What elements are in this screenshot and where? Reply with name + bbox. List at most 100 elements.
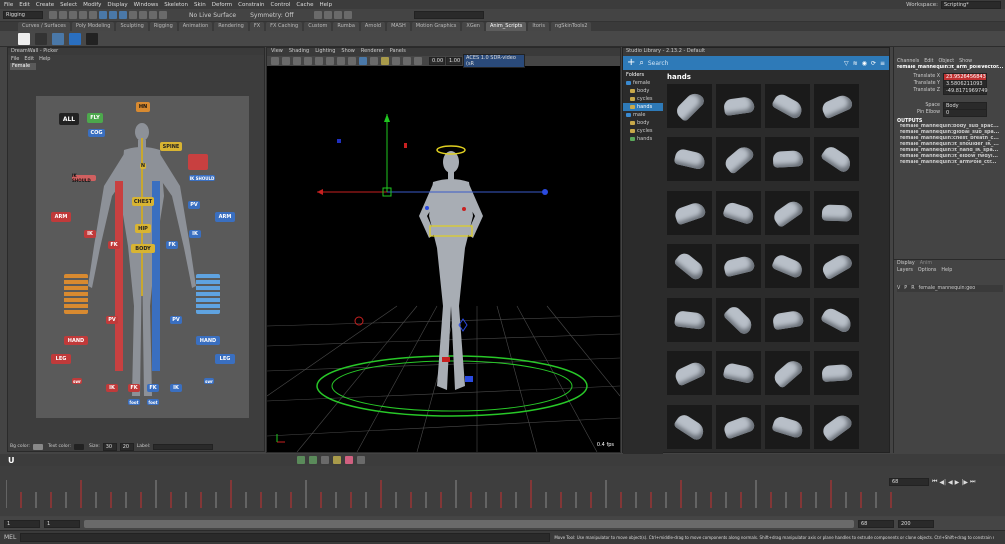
scene-start-field[interactable]: 1: [4, 519, 40, 528]
pose-thumbnail[interactable]: [716, 137, 761, 182]
shelf-tab[interactable]: Sculpting: [116, 22, 148, 31]
all-button[interactable]: ALL: [59, 113, 79, 125]
pose-thumbnail[interactable]: [814, 351, 859, 396]
scene-view[interactable]: [267, 66, 620, 452]
menu-constrain[interactable]: Constrain: [238, 2, 264, 8]
redo-icon[interactable]: [89, 11, 97, 19]
channel-row[interactable]: Pin Elbow 0: [894, 108, 987, 117]
time-slider[interactable]: 68 ⏮ ◀| ◀ ▶ |▶ ⏭: [0, 466, 1005, 516]
camera-icon[interactable]: [271, 57, 279, 65]
scene-end-field[interactable]: 200: [898, 519, 934, 528]
leg-left-button[interactable]: LEG: [51, 354, 71, 364]
layer-reference-toggle[interactable]: R: [911, 286, 914, 291]
snap-point-icon[interactable]: [149, 11, 157, 19]
x-axis-arrow-icon[interactable]: [317, 189, 323, 195]
go-end-icon[interactable]: ⏭: [970, 478, 975, 486]
sort-icon[interactable]: ≋: [853, 60, 858, 67]
cb-menu-edit[interactable]: Edit: [924, 59, 933, 64]
layer-row[interactable]: V P R female_mannequin:geo: [897, 285, 1003, 292]
shelf-tab[interactable]: Motion Graphics: [411, 22, 461, 31]
search-input[interactable]: Search: [648, 60, 808, 67]
pose-thumbnail[interactable]: [814, 84, 859, 128]
resolution-gate-icon[interactable]: [337, 57, 345, 65]
vp-menu-panels[interactable]: Panels: [390, 48, 406, 56]
pose-thumbnail[interactable]: [765, 297, 810, 342]
fk-arm-right-button[interactable]: FK: [166, 241, 178, 249]
menu-edit[interactable]: Edit: [19, 2, 30, 8]
hand-left-button[interactable]: HAND: [64, 336, 88, 345]
filter-icon[interactable]: ▽: [844, 60, 849, 67]
folder-item[interactable]: female: [623, 79, 663, 87]
pose-thumbnail[interactable]: [667, 244, 712, 289]
hypershade-icon[interactable]: [343, 11, 352, 19]
isolate-icon[interactable]: [403, 57, 411, 65]
shelf-tab[interactable]: XGen: [462, 22, 484, 31]
shadows-icon[interactable]: [392, 57, 400, 65]
vp-menu-shading[interactable]: Shading: [289, 48, 309, 56]
snap-surface-icon[interactable]: [159, 11, 167, 19]
mannequin-figure[interactable]: [419, 151, 483, 390]
shelf-tab[interactable]: ngSkinTools2: [550, 22, 592, 31]
layer-name[interactable]: female_mannequin:geo: [919, 286, 976, 291]
right-pole-control[interactable]: [542, 189, 548, 195]
hip-button[interactable]: HIP: [135, 224, 151, 233]
z-axis-handle[interactable]: [337, 139, 341, 143]
camera-attr-icon[interactable]: [282, 57, 290, 65]
play-back-icon[interactable]: ◀: [948, 479, 953, 486]
layer-menu-help[interactable]: Help: [941, 268, 952, 273]
fly-button[interactable]: FLY: [87, 113, 103, 123]
root-ring-inner[interactable]: [331, 360, 573, 412]
pose-thumbnail[interactable]: [716, 297, 761, 342]
pose-thumbnail[interactable]: [765, 190, 810, 235]
pose-thumbnail[interactable]: [765, 244, 810, 289]
layer-playback-toggle[interactable]: P: [904, 286, 907, 291]
pose-thumbnail[interactable]: [814, 244, 859, 289]
breakdown-icon[interactable]: [320, 456, 329, 464]
wrist-control-right[interactable]: [425, 206, 429, 210]
step-back-icon[interactable]: ◀|: [939, 479, 946, 486]
shelf-tab[interactable]: Rendering: [214, 22, 248, 31]
save-scene-icon[interactable]: [69, 11, 77, 19]
shelf-tab[interactable]: FX Caching: [266, 22, 303, 31]
layer-tab-display[interactable]: Display: [897, 261, 915, 266]
shelf-tab[interactable]: Animation: [178, 22, 213, 31]
pose-thumbnail[interactable]: [716, 84, 761, 128]
root-ring-outer[interactable]: [316, 355, 588, 417]
menu-modify[interactable]: Modify: [83, 2, 101, 8]
wrist-control-left[interactable]: [462, 207, 466, 211]
pose-thumbnail[interactable]: [716, 244, 761, 289]
smooth-shade-icon[interactable]: [359, 57, 367, 65]
size-width-field[interactable]: 30: [102, 442, 117, 451]
ik-arm-right-button[interactable]: IK: [189, 230, 201, 238]
ik-leg-left-button[interactable]: IK: [106, 384, 118, 392]
shelf-tab[interactable]: FX: [249, 22, 265, 31]
ik-shoulder-right-button[interactable]: IK SHOULD: [189, 175, 215, 181]
menu-deform[interactable]: Deform: [212, 2, 232, 8]
picker-menu-help[interactable]: Help: [39, 56, 50, 62]
menu-skeleton[interactable]: Skeleton: [164, 2, 188, 8]
lights-icon[interactable]: [381, 57, 389, 65]
command-language-label[interactable]: MEL: [4, 534, 16, 541]
playback-start-field[interactable]: 1: [44, 519, 80, 528]
pose-thumbnail[interactable]: [716, 351, 761, 396]
range-bar[interactable]: [84, 519, 854, 528]
folder-item[interactable]: male: [623, 111, 663, 119]
layer-menu-layers[interactable]: Layers: [897, 268, 913, 273]
folder-item[interactable]: hands: [623, 135, 663, 143]
quick-select-field[interactable]: [413, 11, 484, 19]
menu-windows[interactable]: Windows: [134, 2, 159, 8]
pose-thumbnail[interactable]: [667, 404, 712, 449]
vp-menu-show[interactable]: Show: [341, 48, 355, 56]
ik-arm-left-button[interactable]: IK: [84, 230, 96, 238]
spine-button[interactable]: SPINE: [160, 142, 182, 151]
ik-leg-right-button[interactable]: IK: [170, 384, 182, 392]
undo-icon[interactable]: [79, 11, 87, 19]
new-scene-icon[interactable]: [49, 11, 57, 19]
menu-control[interactable]: Control: [271, 2, 291, 8]
fingers-right-controls[interactable]: [196, 274, 220, 314]
pose-thumbnail[interactable]: [814, 404, 859, 449]
shelf-tab-active[interactable]: Anim_Scripts: [485, 22, 527, 31]
pose-thumbnail[interactable]: [765, 404, 810, 449]
select-hierarchy-icon[interactable]: [99, 11, 107, 19]
exposure-field[interactable]: 0.00: [429, 57, 445, 65]
